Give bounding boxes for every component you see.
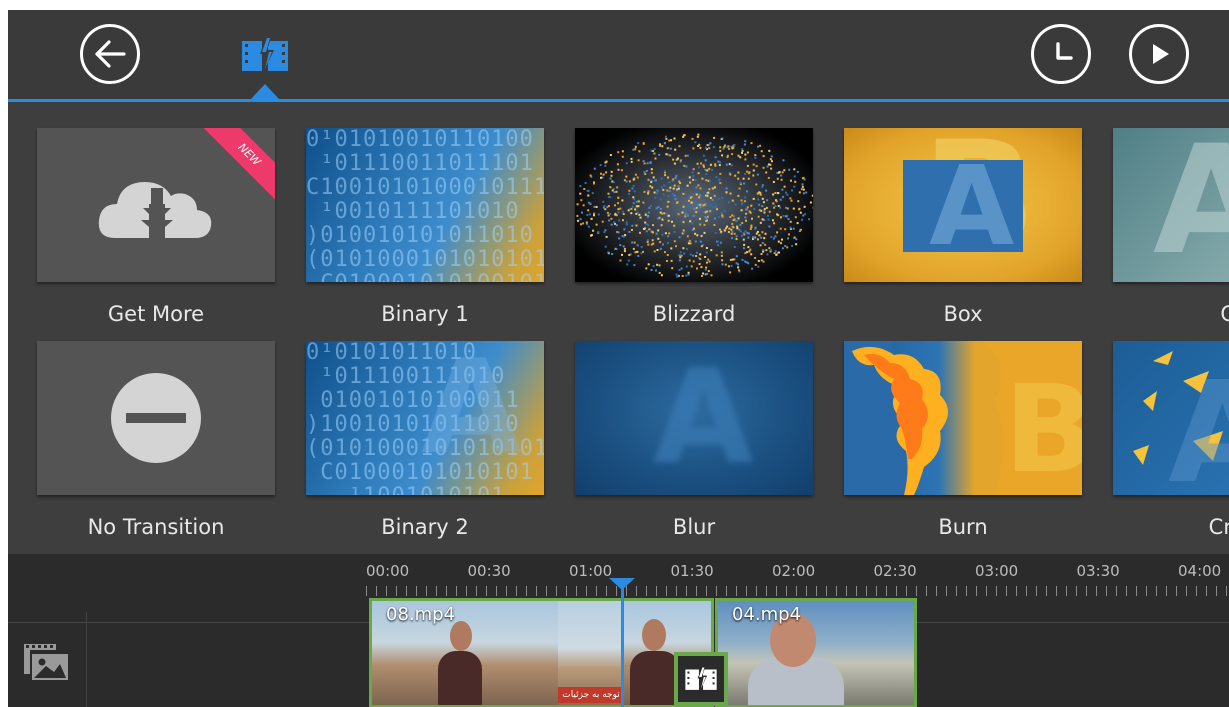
clip-name: 04.mp4 bbox=[732, 604, 802, 625]
transition-label: Binary 1 bbox=[381, 302, 469, 326]
transition-icon bbox=[685, 665, 717, 693]
transition-label: Binary 2 bbox=[381, 515, 469, 539]
transition-marker-inner bbox=[678, 656, 724, 702]
burn-pattern: B bbox=[844, 341, 1082, 495]
transition-label: Box bbox=[943, 302, 983, 326]
transition-binary-1[interactable]: 0¹01010010110100 ¹01110011011101 C100101… bbox=[306, 128, 544, 282]
ruler-time-label: 00:30 bbox=[467, 562, 511, 580]
playhead[interactable] bbox=[621, 578, 624, 707]
transition-grid: NEW Get More 0¹01010010110100 ¹011100110… bbox=[8, 102, 1229, 554]
ruler-time-label: 01:00 bbox=[569, 562, 613, 580]
video-editor-app: NEW Get More 0¹01010010110100 ¹011100110… bbox=[8, 10, 1229, 707]
minus-circle-icon bbox=[111, 373, 201, 463]
ruler-time-label: 02:30 bbox=[873, 562, 917, 580]
divider bbox=[8, 622, 86, 623]
svg-text:A: A bbox=[1168, 352, 1229, 495]
transition-burn[interactable]: B bbox=[844, 341, 1082, 495]
clock-icon bbox=[1056, 42, 1073, 60]
blizzard-pattern bbox=[576, 133, 813, 278]
person-figure bbox=[438, 651, 482, 705]
transition-label: Blizzard bbox=[652, 302, 736, 326]
timeline-clip[interactable]: توجه به جزئیات 08.mp4 bbox=[369, 598, 714, 707]
ruler-time-label: 03:00 bbox=[975, 562, 1019, 580]
person-figure bbox=[630, 651, 680, 705]
clip-caption: توجه به جزئیات bbox=[562, 690, 620, 700]
play-icon bbox=[1153, 44, 1169, 64]
transition-label: Cr bbox=[1220, 302, 1229, 326]
transition-crystal[interactable]: A bbox=[1113, 341, 1229, 495]
transition-cross[interactable]: A bbox=[1113, 128, 1229, 282]
timeline: 00:00 00:30 01:00 01:30 02:00 02:30 03:00 03:30… bbox=[8, 554, 1229, 707]
clip-caption-bar: توجه به جزئیات bbox=[558, 687, 624, 703]
timeline-clip[interactable]: 04.mp4 bbox=[715, 598, 917, 707]
transition-binary-2[interactable]: 0¹0101011010 ¹011100111010 0100101010001… bbox=[306, 341, 544, 495]
box-inner: A bbox=[903, 160, 1023, 252]
transition-label: Get More bbox=[107, 302, 205, 326]
binary-pattern: 0¹01010010110100 ¹01110011011101 C100101… bbox=[306, 128, 544, 282]
svg-text:B: B bbox=[1004, 361, 1082, 495]
crystal-pattern: A bbox=[1133, 351, 1229, 495]
transition-box[interactable]: B A bbox=[844, 128, 1082, 282]
duration-button[interactable] bbox=[1031, 24, 1091, 84]
transition-label: Blur bbox=[672, 515, 716, 539]
ruler-time-label: 00:00 bbox=[366, 562, 410, 580]
back-button[interactable] bbox=[80, 24, 140, 84]
playhead-handle[interactable] bbox=[609, 578, 635, 590]
transition-blizzard[interactable] bbox=[575, 128, 813, 282]
play-button[interactable] bbox=[1129, 24, 1189, 84]
ruler-time-label: 01:30 bbox=[670, 562, 714, 580]
transition-label: Crys bbox=[1208, 515, 1229, 539]
binary-2-letter-a: A bbox=[421, 341, 522, 483]
arrow-left-icon bbox=[95, 40, 126, 68]
timeline-track-headers bbox=[8, 554, 87, 707]
ruler-ticks bbox=[366, 586, 1229, 596]
box-letter-a: A bbox=[929, 160, 1015, 252]
ruler-time-label: 03:30 bbox=[1076, 562, 1120, 580]
blur-letter-a: A bbox=[653, 341, 754, 493]
transition-blur[interactable]: A bbox=[575, 341, 813, 495]
person-head bbox=[642, 619, 666, 651]
clip-name: 08.mp4 bbox=[386, 604, 456, 625]
transition-label: No Transition bbox=[87, 515, 225, 539]
top-toolbar bbox=[8, 10, 1229, 102]
transition-icon bbox=[242, 35, 288, 75]
ruler-time-label: 02:00 bbox=[772, 562, 816, 580]
transition-none[interactable] bbox=[37, 341, 275, 495]
tab-transitions[interactable] bbox=[240, 35, 290, 75]
ruler-time-label: 04:00 bbox=[1178, 562, 1222, 580]
person-head bbox=[450, 621, 472, 651]
transition-label: Burn bbox=[938, 515, 988, 539]
cross-letter-a: A bbox=[1153, 128, 1229, 282]
transition-get-more[interactable]: NEW bbox=[37, 128, 275, 282]
active-tab-indicator bbox=[251, 84, 279, 99]
transition-marker[interactable] bbox=[674, 652, 728, 706]
clip-frame: توجه به جزئیات bbox=[558, 601, 624, 705]
media-library-icon[interactable] bbox=[22, 642, 70, 682]
